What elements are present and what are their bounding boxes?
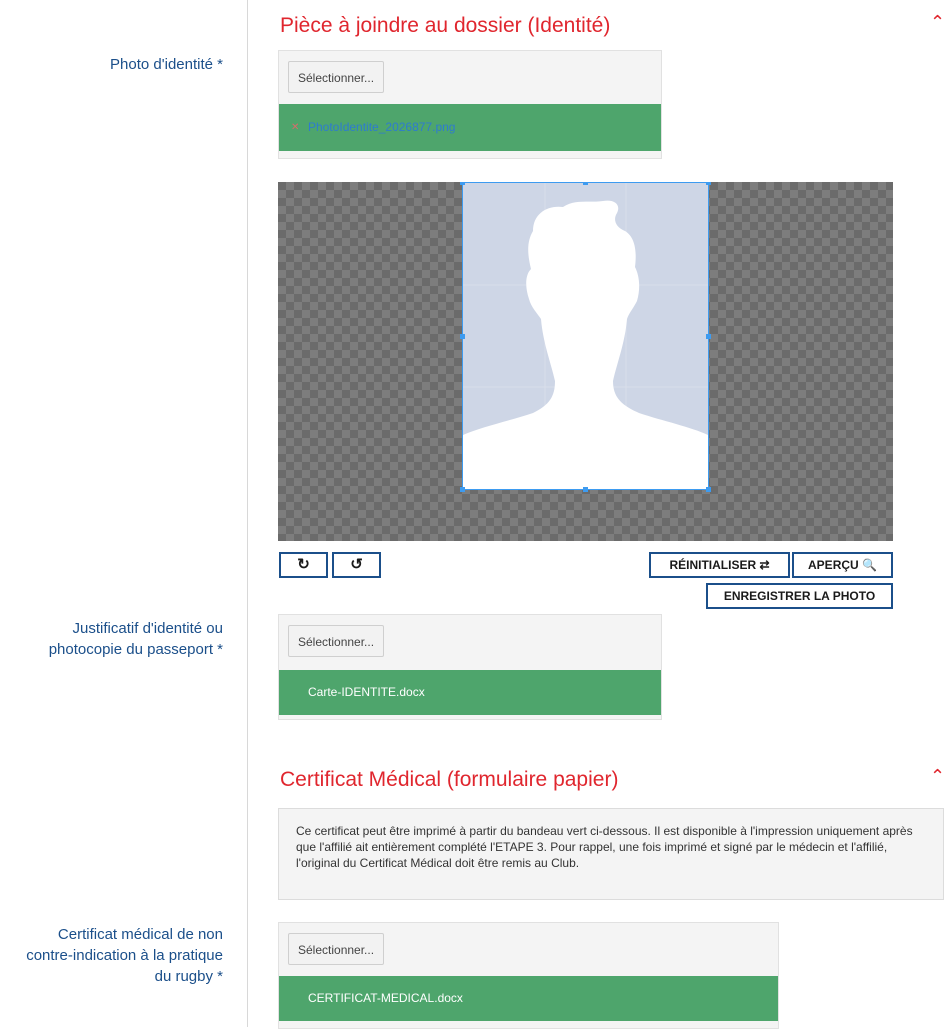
medical-cert-label-line3: du rugby * bbox=[154, 968, 223, 985]
crop-handle-ne[interactable] bbox=[706, 182, 711, 185]
id-file-bar[interactable]: Carte-IDENTITE.docx bbox=[279, 670, 661, 715]
medical-upload-box: Sélectionner... CERTIFICAT-MEDICAL.docx bbox=[278, 922, 779, 1029]
save-photo-button[interactable]: ENREGISTRER LA PHOTO bbox=[706, 583, 893, 609]
rotate-right-button[interactable]: ↻ bbox=[279, 552, 328, 578]
medical-cert-label-line1: Certificat médical de non bbox=[57, 926, 223, 943]
id-file-name: Carte-IDENTITE.docx bbox=[308, 685, 425, 699]
medical-cert-label-line2: contre-indication à la pratique bbox=[26, 947, 223, 964]
crop-handle-s[interactable] bbox=[583, 487, 588, 492]
rotate-left-icon: ↺ bbox=[350, 556, 363, 573]
photo-file-bar[interactable]: ✕ PhotoIdentite_2026877.png bbox=[279, 104, 661, 151]
crop-handle-sw[interactable] bbox=[460, 487, 465, 492]
crop-handle-se[interactable] bbox=[706, 487, 711, 492]
id-select-button[interactable]: Sélectionner... bbox=[288, 625, 385, 657]
info-line-3: l'original du Certificat Médical doit êt… bbox=[296, 856, 580, 870]
preview-label: APERÇU 🔍 bbox=[808, 558, 877, 572]
medical-file-name: CERTIFICAT-MEDICAL.docx bbox=[308, 991, 463, 1005]
crop-handle-nw[interactable] bbox=[460, 182, 465, 185]
rotate-left-button[interactable]: ↺ bbox=[332, 552, 381, 578]
info-line-2: que l'affilié ait entièrement complété l… bbox=[296, 840, 888, 854]
photo-cropper[interactable] bbox=[278, 182, 893, 541]
photo-select-button[interactable]: Sélectionner... bbox=[288, 61, 385, 93]
crop-handle-w[interactable] bbox=[460, 334, 465, 339]
chevron-up-icon[interactable]: ⌃ bbox=[930, 12, 944, 33]
photo-upload-box: Sélectionner... ✕ PhotoIdentite_2026877.… bbox=[278, 50, 662, 159]
id-document-label-line1: Justificatif d'identité ou bbox=[72, 620, 223, 637]
info-line-1: Ce certificat peut être imprimé à partir… bbox=[296, 824, 913, 838]
medical-info-box: Ce certificat peut être imprimé à partir… bbox=[278, 808, 944, 900]
medical-file-bar[interactable]: CERTIFICAT-MEDICAL.docx bbox=[279, 976, 778, 1021]
avatar-silhouette bbox=[463, 183, 708, 489]
reset-button[interactable]: RÉINITIALISER ⇄ bbox=[649, 552, 790, 578]
section-title-medical: Certificat Médical (formulaire papier) bbox=[280, 768, 619, 791]
crop-handle-n[interactable] bbox=[583, 182, 588, 185]
id-upload-box: Sélectionner... Carte-IDENTITE.docx bbox=[278, 614, 662, 720]
reset-label: RÉINITIALISER ⇄ bbox=[669, 558, 770, 572]
medical-cert-label: Certificat médical de non contre-indicat… bbox=[0, 924, 223, 987]
chevron-up-icon[interactable]: ⌃ bbox=[930, 766, 944, 787]
rotate-right-icon: ↻ bbox=[297, 556, 310, 573]
section-title-identity: Pièce à joindre au dossier (Identité) bbox=[280, 14, 611, 37]
preview-button[interactable]: APERÇU 🔍 bbox=[792, 552, 893, 578]
remove-file-icon[interactable]: ✕ bbox=[291, 104, 299, 151]
photo-field-label: Photo d'identité * bbox=[110, 56, 223, 73]
crop-handle-e[interactable] bbox=[706, 334, 711, 339]
crop-area[interactable] bbox=[460, 182, 711, 492]
id-document-label: Justificatif d'identité ou photocopie du… bbox=[0, 618, 223, 660]
id-document-label-line2: photocopie du passeport * bbox=[48, 641, 223, 658]
medical-select-button[interactable]: Sélectionner... bbox=[288, 933, 385, 965]
save-photo-label: ENREGISTRER LA PHOTO bbox=[723, 589, 876, 603]
column-divider bbox=[247, 0, 248, 1027]
photo-file-name: PhotoIdentite_2026877.png bbox=[308, 120, 456, 134]
